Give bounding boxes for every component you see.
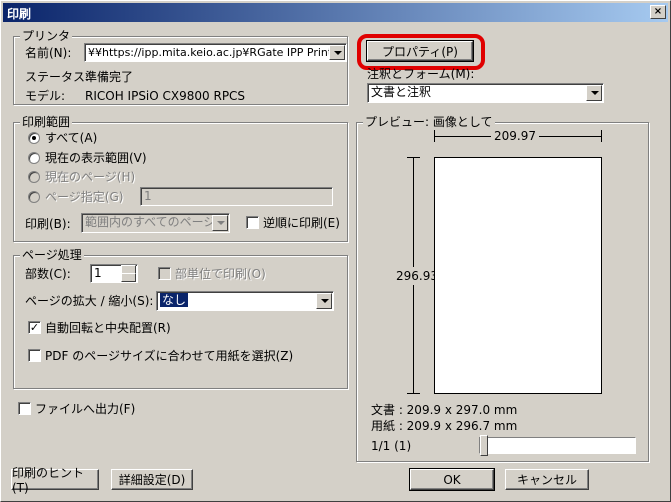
scaling-label: ページの拡大 / 縮小(S): <box>25 294 154 308</box>
paper-size-label: 用紙 : 209.9 x 296.7 mm <box>371 419 518 433</box>
cancel-label: キャンセル <box>516 473 577 487</box>
ok-label: OK <box>443 472 461 487</box>
collate-label[interactable]: 部単位で印刷(O) <box>175 267 266 281</box>
advanced-button[interactable]: 詳細設定(D) <box>111 469 193 490</box>
preview-width-value: 209.97 <box>491 129 539 143</box>
range-pages-radio[interactable] <box>28 191 40 203</box>
print-to-file-checkbox[interactable] <box>18 402 31 415</box>
comments-forms-label: 注釈とフォーム(M): <box>367 67 475 81</box>
ok-button[interactable]: OK <box>409 468 495 491</box>
range-pages-label[interactable]: ページ指定(G) <box>45 190 123 204</box>
properties-button-label: プロパティ(P) <box>382 44 458 59</box>
page-handling-group-label: ページ処理 <box>20 248 84 262</box>
print-subset-label: 印刷(B): <box>25 217 71 231</box>
collate-checkbox[interactable] <box>158 267 171 280</box>
choose-paper-label[interactable]: PDF のページサイズに合わせて用紙を選択(Z) <box>45 349 293 363</box>
chevron-down-icon[interactable] <box>212 215 228 231</box>
status-label: ステータス: <box>25 70 90 84</box>
checkmark-icon: ✓ <box>29 321 40 334</box>
print-range-group-label: 印刷範囲 <box>20 115 73 129</box>
comments-forms-select[interactable]: 文書と注釈 <box>367 83 604 103</box>
range-current-view-label[interactable]: 現在の表示範囲(V) <box>45 151 147 165</box>
choose-paper-checkbox[interactable] <box>28 349 41 362</box>
properties-button[interactable]: プロパティ(P) <box>366 40 474 62</box>
title-bar[interactable]: 印刷 × <box>3 3 668 22</box>
preview-slider-thumb[interactable] <box>480 435 488 456</box>
preview-page-slider[interactable] <box>479 437 636 454</box>
chevron-down-icon[interactable] <box>316 293 332 309</box>
print-tips-label: 印刷のヒント(T) <box>12 466 85 495</box>
page-preview <box>434 157 602 394</box>
reverse-pages-checkbox[interactable] <box>246 216 259 229</box>
copies-value: 1 <box>94 266 102 280</box>
preview-height-value: 296.93 <box>396 267 438 285</box>
copies-label: 部数(C): <box>25 267 71 281</box>
scaling-value: なし <box>160 293 189 307</box>
scaling-select[interactable]: なし <box>156 291 334 311</box>
height-dimension-tick-top <box>407 157 420 158</box>
preview-group-label: プレビュー: 画像として <box>363 115 495 129</box>
model-value: RICOH IPSiO CX9800 RPCS <box>85 89 246 103</box>
range-all-radio[interactable] <box>28 132 40 144</box>
width-dimension-tick-right <box>601 130 602 142</box>
page-counter: 1/1 (1) <box>371 439 412 453</box>
comments-forms-value: 文書と注釈 <box>371 85 432 99</box>
model-label: モデル: <box>25 89 66 103</box>
auto-rotate-label[interactable]: 自動回転と中央配置(R) <box>45 321 171 335</box>
range-current-view-radio[interactable] <box>28 152 40 164</box>
advanced-label: 詳細設定(D) <box>118 473 186 487</box>
print-to-file-label[interactable]: ファイルへ出力(F) <box>35 402 135 416</box>
print-dialog: 印刷 × プリンタ 名前(N): ¥¥https://ipp.mita.keio… <box>0 0 671 502</box>
printer-name-select[interactable]: ¥¥https://ipp.mita.keio.ac.jp¥RGate IPP … <box>84 43 347 62</box>
status-value: 準備完了 <box>85 70 134 84</box>
printer-group-label: プリンタ <box>20 29 73 43</box>
close-button[interactable]: × <box>650 5 666 19</box>
width-dimension-tick-left <box>434 130 435 142</box>
range-pages-input[interactable]: 1 <box>140 187 333 206</box>
close-icon: × <box>653 6 663 17</box>
height-dimension-tick-bottom <box>407 393 420 394</box>
print-subset-value: 範囲内のすべてのページ <box>85 215 216 229</box>
range-current-page-radio[interactable] <box>28 171 40 183</box>
range-all-label[interactable]: すべて(A) <box>45 131 97 145</box>
document-size-label: 文書 : 209.9 x 297.0 mm <box>371 403 518 417</box>
print-subset-select[interactable]: 範囲内のすべてのページ <box>81 213 230 233</box>
printer-name-label: 名前(N): <box>25 46 72 60</box>
chevron-down-icon[interactable] <box>329 45 345 60</box>
range-pages-value: 1 <box>144 189 152 203</box>
range-current-page-label[interactable]: 現在のページ(H) <box>45 170 135 184</box>
window-title: 印刷 <box>7 7 32 21</box>
copies-stepper-down[interactable] <box>121 273 136 282</box>
print-tips-button[interactable]: 印刷のヒント(T) <box>11 466 99 495</box>
reverse-pages-label[interactable]: 逆順に印刷(E) <box>263 216 340 230</box>
chevron-down-icon[interactable] <box>586 85 602 101</box>
printer-name-value: ¥¥https://ipp.mita.keio.ac.jp¥RGate IPP … <box>88 46 344 59</box>
cancel-button[interactable]: キャンセル <box>505 469 589 490</box>
auto-rotate-checkbox[interactable]: ✓ <box>28 321 41 334</box>
